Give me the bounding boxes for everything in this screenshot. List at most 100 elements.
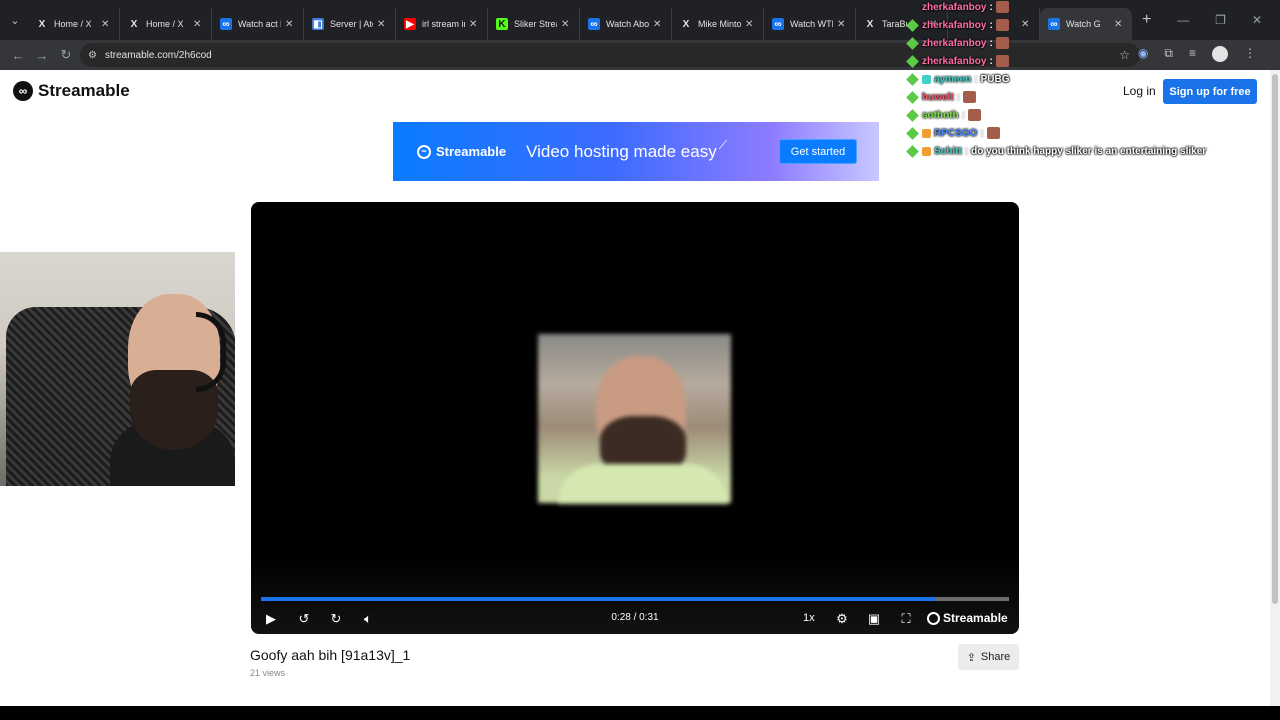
reload-icon[interactable]: ↻ (54, 47, 78, 63)
chat-message: zherkafanboy: (906, 18, 1009, 32)
tab-title: Home / X (146, 19, 184, 29)
get-started-button[interactable]: Get started (779, 139, 857, 164)
promo-banner[interactable]: ∞ Streamable Video hosting made easy ⟋ G… (393, 122, 879, 181)
chat-separator: : (989, 1, 993, 13)
chat-separator: : (961, 109, 965, 121)
browser-tab[interactable]: X Home / X ✕ (28, 8, 120, 40)
chat-emote-icon (963, 91, 977, 103)
page-scrollbar[interactable] (1270, 70, 1280, 706)
share-icon: ⇪ (966, 651, 976, 664)
streamable-icon: ∞ (588, 18, 600, 30)
chat-badge-icon (922, 128, 931, 138)
fullscreen-icon[interactable]: ⛶ (896, 609, 916, 629)
tab-title: Home / X (54, 19, 92, 29)
browser-tab[interactable]: K Sliker Stream ✕ (488, 8, 580, 40)
close-tab-icon[interactable]: ✕ (377, 19, 387, 30)
scrollbar-thumb[interactable] (1272, 74, 1278, 604)
player-brand[interactable]: Streamable (927, 611, 1008, 625)
chat-badge-icon (922, 146, 931, 156)
tab-title: Sliker Stream (514, 19, 557, 29)
chat-emote-icon (995, 37, 1009, 49)
chat-diamond-icon (906, 18, 919, 32)
chat-message: sothoth: (906, 108, 981, 122)
sparkle-icon: ⟋ (718, 138, 728, 152)
browser-tab[interactable]: ◧ Server | Aten ✕ (304, 8, 396, 40)
close-tab-icon[interactable]: ✕ (653, 19, 663, 30)
site-info-icon[interactable]: ⚙ (88, 50, 97, 61)
chat-username: Schitt (934, 145, 962, 157)
chat-emote-icon (995, 1, 1009, 13)
chat-emote-icon (986, 127, 1000, 139)
kick-icon: K (496, 18, 508, 30)
forward-icon[interactable]: ↻ (326, 609, 346, 629)
banner-tagline: Video hosting made easy (526, 141, 717, 161)
progress-fill (261, 597, 937, 601)
share-button[interactable]: ⇪ Share (958, 644, 1019, 670)
video-player[interactable]: ▶ ↺ ↻ 🔈︎ 0:28 / 0:31 1x ⚙ ▣ ⛶ Streamable (251, 202, 1019, 634)
chat-diamond-icon (906, 54, 919, 68)
chat-text: PUBG (980, 73, 1010, 85)
streamable-page: ∞ Streamable Log in Sign up for free ∞ S… (0, 70, 1270, 706)
chat-separator: : (989, 37, 993, 49)
volume-icon[interactable]: 🔈︎ (358, 609, 378, 629)
back-arrow-icon[interactable]: ← (6, 48, 30, 63)
chat-text: do you think happy sliker is an entertai… (971, 145, 1207, 157)
browser-tab[interactable]: ∞ Watch act lik ✕ (212, 8, 304, 40)
browser-tab[interactable]: X Home / X ✕ (120, 8, 212, 40)
chat-badge-icon (922, 74, 931, 84)
youtube-icon: ▶ (404, 18, 416, 30)
chat-separator: : (956, 91, 961, 103)
streamable-icon: ∞ (220, 18, 232, 30)
progress-bar[interactable] (261, 597, 1009, 601)
settings-gear-icon[interactable]: ⚙ (832, 609, 852, 629)
close-tab-icon[interactable]: ✕ (561, 19, 571, 30)
rewind-icon[interactable]: ↺ (294, 609, 314, 629)
x-icon: X (866, 18, 874, 30)
x-icon: X (682, 18, 690, 30)
close-tab-icon[interactable]: ✕ (101, 19, 111, 30)
playback-time: 0:28 / 0:31 (611, 612, 659, 623)
chat-diamond-icon (906, 36, 919, 50)
forward-arrow-icon[interactable]: → (30, 48, 54, 63)
close-tab-icon[interactable]: ✕ (745, 19, 755, 30)
streamable-logo-icon: ∞ (13, 81, 33, 101)
logo-text: Streamable (38, 81, 130, 100)
chat-username: zherkafanboy (922, 1, 987, 13)
chat-message: RPCSGO: (906, 126, 1000, 140)
share-label: Share (980, 651, 1011, 663)
x-icon: X (38, 18, 46, 30)
streamable-icon: ∞ (772, 18, 784, 30)
close-tab-icon[interactable]: ✕ (837, 19, 847, 30)
chat-username: RPCSGO (934, 127, 978, 139)
banner-logo-icon: ∞ (417, 144, 431, 159)
chat-message: Schitt: do you think happy sliker is an e… (906, 144, 1207, 158)
menu-kebab-icon[interactable]: ⋮ (1244, 46, 1256, 62)
chat-emote-icon (995, 19, 1009, 31)
chat-message: zherkafanboy: (908, 0, 1009, 14)
chat-separator: : (974, 73, 978, 85)
player-brand-icon (927, 611, 940, 625)
picture-in-picture-icon[interactable]: ▣ (864, 609, 884, 629)
close-window-icon[interactable]: ✕ (1252, 13, 1262, 27)
chat-username: aymeen (934, 73, 972, 85)
close-tab-icon[interactable]: ✕ (193, 19, 203, 30)
browser-tab[interactable]: ▶ irl stream in ✕ (396, 8, 488, 40)
chat-separator: : (989, 19, 993, 31)
video-frame (538, 334, 731, 504)
playback-speed[interactable]: 1x (803, 612, 815, 624)
browser-tab[interactable]: X Mike Minton ✕ (672, 8, 764, 40)
chat-overlay: zherkafanboy: zherkafanboy: zherkafanboy: z… (904, 0, 1234, 160)
close-tab-icon[interactable]: ✕ (469, 19, 479, 30)
address-url: streamable.com/2h6cod (104, 49, 212, 61)
browser-tab[interactable]: ∞ Watch WTF ✕ (764, 8, 856, 40)
close-tab-icon[interactable]: ✕ (285, 19, 295, 30)
streamable-logo[interactable]: ∞ Streamable (13, 81, 130, 101)
chat-emote-icon (995, 55, 1009, 67)
tab-title: irl stream in (422, 19, 465, 29)
tab-search-chevron-icon[interactable]: ⌄ (2, 7, 28, 33)
banner-logo: ∞ Streamable (417, 144, 506, 159)
play-icon[interactable]: ▶ (261, 609, 281, 629)
chat-separator: : (989, 55, 993, 67)
x-icon: X (130, 18, 138, 30)
browser-tab[interactable]: ∞ Watch Abou ✕ (580, 8, 672, 40)
